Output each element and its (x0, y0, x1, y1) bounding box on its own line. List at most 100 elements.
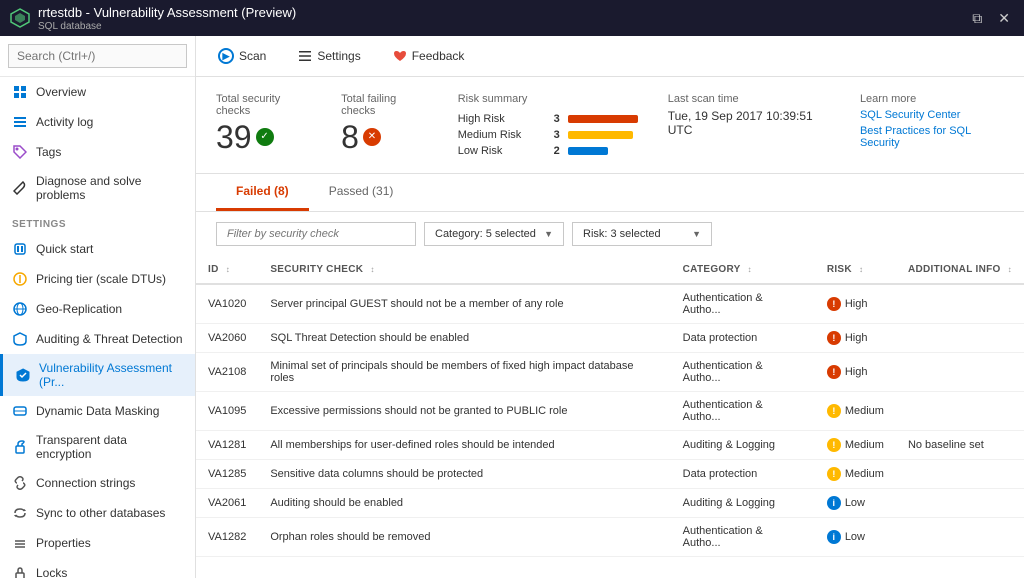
shield-icon (12, 331, 28, 347)
scan-button[interactable]: ▶ Scan (212, 44, 272, 68)
sidebar-item-auditing[interactable]: Auditing & Threat Detection (0, 324, 195, 354)
cell-additional (896, 460, 1024, 489)
sidebar-item-quick-start[interactable]: Quick start (0, 234, 195, 264)
cell-additional (896, 284, 1024, 324)
risk-row-low: Low Risk 2 (458, 145, 638, 157)
cell-category: Data protection (671, 460, 815, 489)
settings-button[interactable]: Settings (292, 45, 366, 67)
risk-count-low: 2 (546, 145, 560, 157)
category-dropdown[interactable]: Category: 5 selected ▼ (424, 222, 564, 246)
cell-additional (896, 353, 1024, 392)
table-row[interactable]: VA2060 SQL Threat Detection should be en… (196, 324, 1024, 353)
sidebar-item-label: Locks (36, 566, 67, 578)
risk-text: Low (845, 531, 865, 543)
sidebar-item-transparent-encryption[interactable]: Transparent data encryption (0, 426, 195, 468)
risk-dot: ! (827, 365, 841, 379)
risk-dot: ! (827, 438, 841, 452)
failing-badge: ✕ (363, 128, 381, 146)
sidebar-item-pricing-tier[interactable]: Pricing tier (scale DTUs) (0, 264, 195, 294)
risk-text: Medium (845, 468, 884, 480)
sidebar-item-properties[interactable]: Properties (0, 528, 195, 558)
col-category[interactable]: CATEGORY ↕ (671, 256, 815, 284)
risk-summary: Risk summary High Risk 3 Medium Risk 3 L… (458, 93, 638, 157)
cell-risk: i Low (815, 489, 896, 518)
search-box[interactable] (0, 36, 195, 77)
col-id[interactable]: ID ↕ (196, 256, 258, 284)
tabs-row: Failed (8) Passed (31) (196, 174, 1024, 212)
cell-id: VA1020 (196, 284, 258, 324)
cell-check: Orphan roles should be removed (258, 518, 670, 557)
risk-text: Low (845, 497, 865, 509)
app-container: Overview Activity log Tags Diagnose and … (0, 36, 1024, 578)
table-row[interactable]: VA1095 Excessive permissions should not … (196, 392, 1024, 431)
cell-id: VA1281 (196, 431, 258, 460)
filter-input[interactable] (216, 222, 416, 246)
sidebar-item-sync-databases[interactable]: Sync to other databases (0, 498, 195, 528)
sidebar-item-tags[interactable]: Tags (0, 137, 195, 167)
sql-security-center-link[interactable]: SQL Security Center (860, 109, 1004, 121)
sidebar-item-vulnerability[interactable]: Vulnerability Assessment (Pr... (0, 354, 195, 396)
sidebar-item-diagnose[interactable]: Diagnose and solve problems (0, 167, 195, 209)
total-failing-label: Total failing checks (341, 93, 428, 117)
filter-row: Category: 5 selected ▼ Risk: 3 selected … (196, 212, 1024, 256)
rocket-icon (12, 241, 28, 257)
total-failing-block: Total failing checks 8 ✕ (341, 93, 428, 153)
scan-time-block: Last scan time Tue, 19 Sep 2017 10:39:51… (668, 93, 830, 137)
cell-id: VA2060 (196, 324, 258, 353)
cell-check: Minimal set of principals should be memb… (258, 353, 670, 392)
cell-risk: ! Medium (815, 392, 896, 431)
cell-category: Authentication & Autho... (671, 284, 815, 324)
feedback-button[interactable]: Feedback (387, 45, 471, 67)
cell-additional (896, 392, 1024, 431)
col-security-check[interactable]: SECURITY CHECK ↕ (258, 256, 670, 284)
risk-row-medium: Medium Risk 3 (458, 129, 638, 141)
table-row[interactable]: VA1281 All memberships for user-defined … (196, 431, 1024, 460)
risk-text: High (845, 366, 868, 378)
tab-passed[interactable]: Passed (31) (309, 174, 414, 211)
risk-dropdown[interactable]: Risk: 3 selected ▼ (572, 222, 712, 246)
cell-check: Auditing should be enabled (258, 489, 670, 518)
risk-dot: i (827, 496, 841, 510)
list-icon (12, 114, 28, 130)
scan-icon: ▶ (218, 48, 234, 64)
sidebar-item-dynamic-masking[interactable]: Dynamic Data Masking (0, 396, 195, 426)
sidebar-item-geo-replication[interactable]: Geo-Replication (0, 294, 195, 324)
table-row[interactable]: VA2061 Auditing should be enabled Auditi… (196, 489, 1024, 518)
window-controls[interactable]: ⧉ ✕ (968, 8, 1014, 29)
search-input[interactable] (8, 44, 187, 68)
col-risk[interactable]: RISK ↕ (815, 256, 896, 284)
risk-label-low: Low Risk (458, 145, 538, 157)
col-additional-info[interactable]: ADDITIONAL INFO ↕ (896, 256, 1024, 284)
risk-bar-high (568, 115, 638, 123)
info-icon (12, 535, 28, 551)
cell-risk: ! High (815, 324, 896, 353)
sidebar-item-label: Sync to other databases (36, 506, 165, 520)
table-row[interactable]: VA1285 Sensitive data columns should be … (196, 460, 1024, 489)
shield-check-icon (15, 367, 31, 383)
maximize-icon[interactable]: ⧉ (968, 8, 986, 29)
cell-additional (896, 489, 1024, 518)
table-row[interactable]: VA2108 Minimal set of principals should … (196, 353, 1024, 392)
table-row[interactable]: VA1020 Server principal GUEST should not… (196, 284, 1024, 324)
cell-risk: ! High (815, 284, 896, 324)
tab-failed[interactable]: Failed (8) (216, 174, 309, 211)
sidebar-item-overview[interactable]: Overview (0, 77, 195, 107)
table-row[interactable]: VA1282 Orphan roles should be removed Au… (196, 518, 1024, 557)
window-subtitle: SQL database (38, 21, 296, 32)
sidebar-item-connection-strings[interactable]: Connection strings (0, 468, 195, 498)
lock2-icon (12, 565, 28, 578)
risk-text: High (845, 332, 868, 344)
cell-risk: i Low (815, 518, 896, 557)
cell-category: Auditing & Logging (671, 431, 815, 460)
best-practices-link[interactable]: Best Practices for SQL Security (860, 125, 1004, 149)
cell-id: VA1282 (196, 518, 258, 557)
sidebar-item-locks[interactable]: Locks (0, 558, 195, 578)
scan-time-label: Last scan time (668, 93, 830, 105)
sidebar-item-activity-log[interactable]: Activity log (0, 107, 195, 137)
table-container: ID ↕ SECURITY CHECK ↕ CATEGORY ↕ RISK ↕ … (196, 256, 1024, 578)
close-icon[interactable]: ✕ (994, 8, 1014, 29)
risk-dot: i (827, 530, 841, 544)
risk-count-high: 3 (546, 113, 560, 125)
mask-icon (12, 403, 28, 419)
cell-id: VA1095 (196, 392, 258, 431)
